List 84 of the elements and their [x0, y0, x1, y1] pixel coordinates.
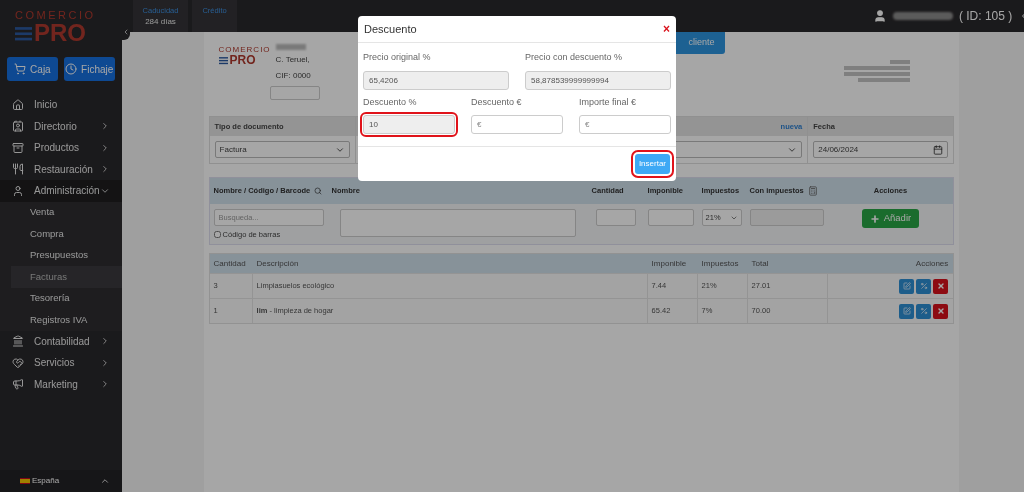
blurred-address-text [844, 72, 911, 76]
logo: COMERCIO PRO [15, 10, 97, 45]
checkbox[interactable] [213, 231, 221, 239]
sidebar-subitem[interactable]: Venta [11, 201, 122, 223]
percent-icon [919, 307, 928, 315]
sidebar-item[interactable]: Restauración [0, 158, 122, 180]
close-icon [936, 282, 945, 290]
total-field[interactable] [749, 209, 824, 226]
close-icon [936, 307, 945, 315]
search-icon[interactable] [314, 187, 323, 195]
column-header: Imponible [650, 257, 688, 270]
chevron-up-icon [99, 476, 110, 486]
field-label: Descuento % [363, 95, 418, 109]
delete-button[interactable] [933, 303, 949, 319]
column-header: Descripción [255, 257, 300, 270]
date-field[interactable]: 24/06/2024 [813, 141, 949, 158]
sidebar-item[interactable]: Productos [0, 137, 122, 159]
user-icon [872, 9, 887, 23]
blurred-company-name [275, 44, 306, 50]
sidebar-button[interactable]: Caja [7, 57, 58, 81]
address-line: CIF: 0000 [275, 70, 312, 82]
megaphone-icon [12, 378, 24, 391]
edit-icon [902, 282, 911, 290]
field-label: Importe final € [579, 95, 638, 109]
calendar-icon [933, 144, 944, 155]
blurred-field [269, 86, 320, 100]
close-button[interactable]: × [663, 23, 670, 35]
logo: COMERCIO PRO [218, 46, 272, 66]
field-label: Descuento € [471, 95, 523, 109]
calculator-icon[interactable] [807, 186, 818, 196]
text-field[interactable]: € [471, 115, 563, 134]
blurred-address-text [844, 66, 911, 70]
sidebar-item[interactable]: Administración [0, 180, 122, 202]
quantity-field[interactable] [595, 209, 636, 226]
blurred-address-text [858, 78, 911, 82]
plus-icon [869, 213, 880, 224]
sidebar-subitem[interactable]: Tesorería [11, 287, 122, 309]
edit-button[interactable] [899, 278, 915, 294]
sidebar-item[interactable]: Marketing [0, 373, 122, 395]
sidebar-item[interactable]: Servicios [0, 352, 122, 374]
address-line: C. Teruel, [275, 54, 311, 66]
edit-button[interactable] [899, 303, 915, 319]
bank-icon [12, 335, 24, 348]
field-label: Precio original % [363, 51, 432, 64]
sidebar-item[interactable]: Inicio [0, 94, 122, 116]
percent-icon [919, 282, 928, 290]
discount-button[interactable] [916, 278, 932, 294]
taxable-field[interactable] [647, 209, 694, 226]
column-header: Acciones [914, 257, 950, 270]
fork-knife-icon [12, 163, 24, 176]
text-field[interactable]: 58,878539999999994 [525, 70, 671, 90]
text-field[interactable]: € [579, 115, 671, 134]
heart-hand-icon [12, 356, 24, 369]
sidebar-subitem[interactable]: Presupuestos [11, 244, 122, 266]
blurred-address-text [890, 60, 911, 64]
archive-box-icon [12, 141, 24, 154]
delete-button[interactable] [933, 278, 949, 294]
sidebar-subitem[interactable]: Compra [11, 223, 122, 245]
sidebar-subitem[interactable]: Registros IVA [11, 309, 122, 331]
sidebar-subitem[interactable]: Facturas [11, 266, 122, 288]
cart-icon [14, 63, 27, 75]
spain-flag-icon [20, 478, 30, 484]
clock-icon [65, 63, 78, 75]
text-field[interactable]: 10 [363, 115, 455, 134]
field-label: Precio con descuento % [525, 51, 624, 64]
language-selector[interactable]: España [0, 470, 122, 492]
stripes-icon [218, 55, 228, 65]
user-icon [12, 184, 24, 197]
dialog-title: Descuento [364, 21, 417, 37]
discount-button[interactable] [916, 303, 932, 319]
select-field[interactable]: Factura [214, 141, 350, 158]
sidebar-button[interactable]: Fichaje [63, 57, 115, 81]
contact-card-icon [12, 120, 24, 133]
user-id: ( ID: 105 ) [958, 8, 1013, 25]
text-field[interactable]: 65,4206 [363, 70, 509, 90]
sidebar-item[interactable]: Directorio [0, 115, 122, 137]
blurred-user-name [892, 12, 953, 20]
stripes-icon [15, 24, 32, 42]
column-header: Total [750, 257, 770, 270]
column-header: Cantidad [212, 257, 247, 270]
column-header: Impuestos [700, 257, 740, 270]
home-icon [12, 98, 24, 111]
edit-icon [902, 307, 911, 315]
name-textarea[interactable] [339, 209, 576, 237]
